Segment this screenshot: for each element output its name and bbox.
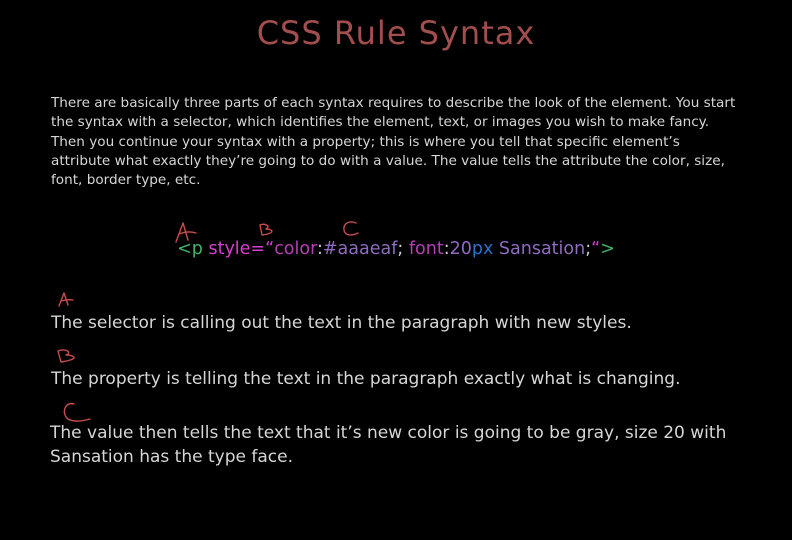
code-quote-open: “ <box>265 239 275 259</box>
code-close-tag: > <box>600 239 615 259</box>
code-value-color: #aaaeaf <box>322 239 398 259</box>
code-value-size: 20 <box>449 239 472 259</box>
handwritten-c-mark-code <box>343 221 359 236</box>
code-value-unit: px <box>471 239 494 259</box>
code-property-color: color <box>274 239 317 259</box>
code-value-font: Sansation <box>493 239 586 259</box>
code-semicolon-1: ; <box>397 239 409 259</box>
explanation-value: The value then tells the text that it’s … <box>50 423 727 467</box>
handwritten-b-mark-property <box>57 349 75 363</box>
handwritten-a-mark-selector <box>58 292 74 307</box>
code-open-tag: <p <box>177 239 209 259</box>
explanation-selector: The selector is calling out the text in … <box>51 313 632 333</box>
code-quote-close: “ <box>591 239 601 259</box>
page-title: CSS Rule Syntax <box>256 14 536 52</box>
code-attr-name: style= <box>208 239 266 259</box>
explanation-property: The property is telling the text in the … <box>51 369 681 389</box>
handwritten-b-mark-code <box>259 223 273 236</box>
css-code-example: <p style=“color:#aaaeaf; font:20px Sansa… <box>0 239 792 259</box>
intro-paragraph: There are basically three parts of each … <box>51 95 736 189</box>
code-property-font: font <box>408 239 444 259</box>
